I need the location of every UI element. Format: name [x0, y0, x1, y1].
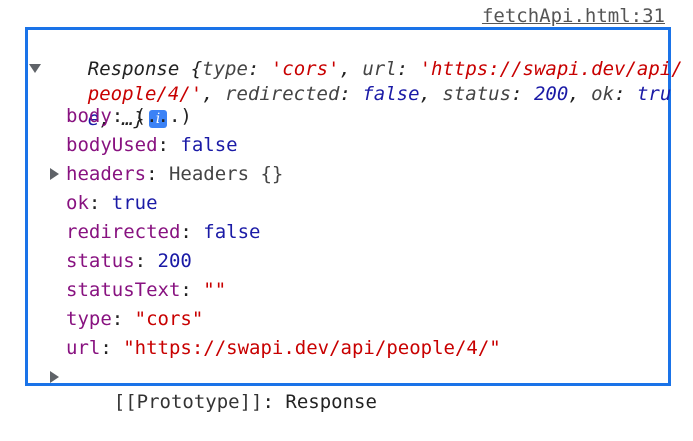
property-value: "https://swapi.dev/api/people/4/" [123, 337, 501, 359]
property-key: type [66, 308, 112, 330]
expand-triangle-icon[interactable] [50, 371, 59, 383]
prototype-value: Response [285, 391, 377, 413]
property-value: "cors" [134, 308, 204, 330]
property-key: statusText [66, 279, 181, 301]
property-row-body: body: (...) [66, 105, 192, 127]
property-value: "" [203, 279, 227, 301]
summary-value-redirected: false [362, 83, 420, 105]
property-key: body [66, 105, 112, 127]
summary-key-status: status [442, 83, 512, 105]
console-response-object: Response {type: 'cors', url: 'https://sw… [25, 27, 683, 413]
prototype-key: [[Prototype]] [113, 391, 263, 413]
property-row-ok: ok: true [66, 192, 158, 214]
expand-triangle-icon[interactable] [50, 168, 59, 180]
property-key: headers [66, 163, 147, 185]
property-key: status [66, 250, 135, 272]
property-key: url [66, 337, 101, 359]
property-value: true [111, 192, 158, 214]
property-row-redirected: redirected: false [66, 221, 261, 243]
property-key: ok [66, 192, 89, 214]
property-row-type: type: "cors" [66, 308, 204, 330]
property-row-status: status: 200 [66, 250, 192, 272]
prototype-row[interactable]: [[Prototype]]: Response [68, 363, 377, 441]
summary-key-redirected: redirected [225, 83, 340, 105]
property-row-statusText: statusText: "" [66, 279, 227, 301]
property-row-headers[interactable]: headers: Headers {} [66, 161, 283, 187]
property-row-url: url: "https://swapi.dev/api/people/4/" [66, 337, 501, 359]
source-file-link[interactable]: fetchApi.html:31 [482, 4, 665, 28]
property-value: false [180, 134, 238, 156]
summary-key-ok: ok [591, 83, 615, 105]
property-value: Headers {} [168, 163, 284, 185]
property-value: 200 [157, 250, 192, 272]
property-key: bodyUsed [66, 134, 158, 156]
summary-value-status: 200 [533, 83, 569, 105]
property-key: redirected [66, 221, 181, 243]
property-value: false [203, 221, 261, 243]
property-value: (...) [134, 105, 192, 127]
property-row-bodyUsed: bodyUsed: false [66, 134, 238, 156]
summary-value-ok: tru [636, 83, 672, 105]
collapse-triangle-icon[interactable] [29, 64, 41, 73]
